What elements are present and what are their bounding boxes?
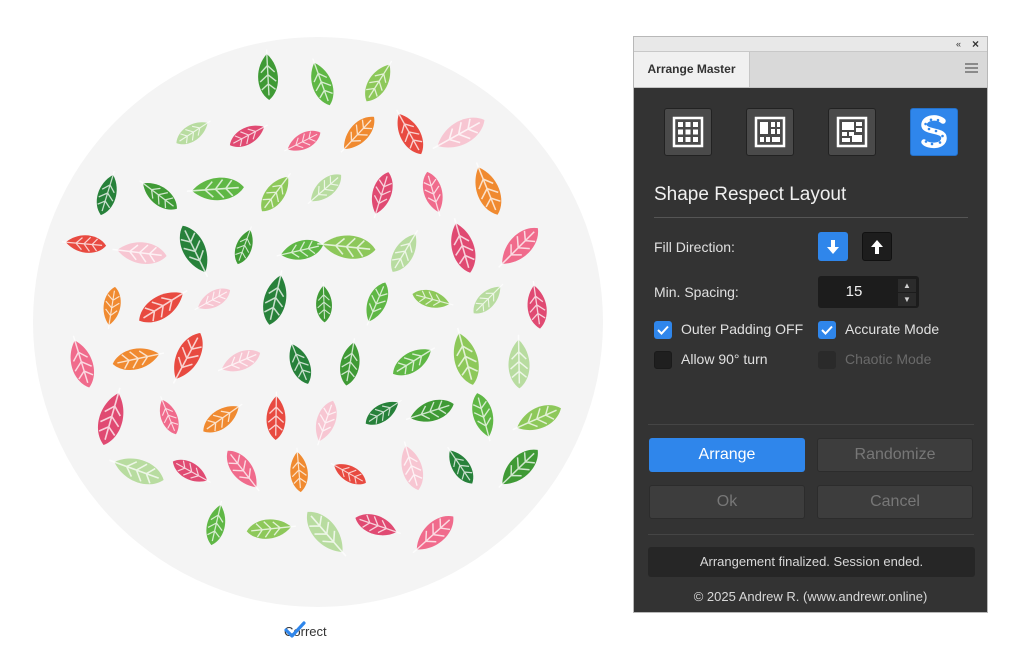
accurate-mode-checkbox[interactable] <box>818 321 836 339</box>
collapse-panel-button[interactable]: « <box>956 37 961 51</box>
wide-grid-layout-button[interactable] <box>828 108 876 156</box>
chaotic-mode-checkbox <box>818 351 836 369</box>
outer-padding-label[interactable]: Outer Padding OFF <box>681 321 803 337</box>
outer-padding-checkbox[interactable] <box>654 321 672 339</box>
checkmark-icon <box>284 621 306 638</box>
ok-button: Ok <box>649 485 805 519</box>
min-spacing-value[interactable]: 15 <box>818 276 890 308</box>
fill-down-button[interactable] <box>818 232 848 261</box>
status-bar: Arrangement finalized. Session ended. <box>648 547 975 577</box>
panel-menu-icon[interactable] <box>965 63 978 75</box>
arrow-down-icon <box>827 239 839 254</box>
section-title: Shape Respect Layout <box>654 184 847 205</box>
allow-turn-label[interactable]: Allow 90° turn <box>681 351 768 367</box>
randomize-button: Randomize <box>817 438 973 472</box>
check-icon <box>821 325 833 335</box>
arrow-up-icon <box>871 239 883 254</box>
grid-icon <box>672 116 704 148</box>
close-panel-button[interactable]: × <box>972 37 979 51</box>
decrement-icon[interactable]: ▼ <box>898 293 916 306</box>
panel-titlebar: « × <box>634 37 987 52</box>
divider <box>648 534 974 535</box>
divider <box>654 217 968 218</box>
copyright-text: © 2025 Andrew R. (www.andrewr.online) <box>693 589 928 604</box>
allow-turn-checkbox[interactable] <box>654 351 672 369</box>
shape-respect-icon <box>921 115 947 149</box>
tall-grid-layout-button[interactable] <box>746 108 794 156</box>
leaf-artwork <box>33 37 603 607</box>
panel-tabbar: Arrange Master <box>634 52 987 88</box>
arrange-button[interactable]: Arrange <box>649 438 805 472</box>
shape-respect-layout-button[interactable] <box>910 108 958 156</box>
accurate-mode-label[interactable]: Accurate Mode <box>845 321 939 337</box>
check-icon <box>657 325 669 335</box>
tab-arrange-master[interactable]: Arrange Master <box>634 52 750 87</box>
increment-icon[interactable]: ▲ <box>898 279 916 292</box>
artboard: Correct <box>0 0 630 663</box>
fill-direction-label: Fill Direction: <box>654 239 735 255</box>
min-spacing-label: Min. Spacing: <box>654 284 739 300</box>
min-spacing-stepper[interactable]: 15 ▲ ▼ <box>818 276 919 308</box>
result-caption: Correct <box>284 621 327 641</box>
fill-up-button[interactable] <box>862 232 892 261</box>
cancel-button: Cancel <box>817 485 973 519</box>
divider <box>648 424 974 425</box>
grid-wide-icon <box>836 116 868 148</box>
chaotic-mode-label: Chaotic Mode <box>845 351 932 367</box>
grid-layout-button[interactable] <box>664 108 712 156</box>
grid-tall-icon <box>754 116 786 148</box>
arrange-master-panel: « × Arrange Master Shape Respect Layout … <box>633 36 988 613</box>
